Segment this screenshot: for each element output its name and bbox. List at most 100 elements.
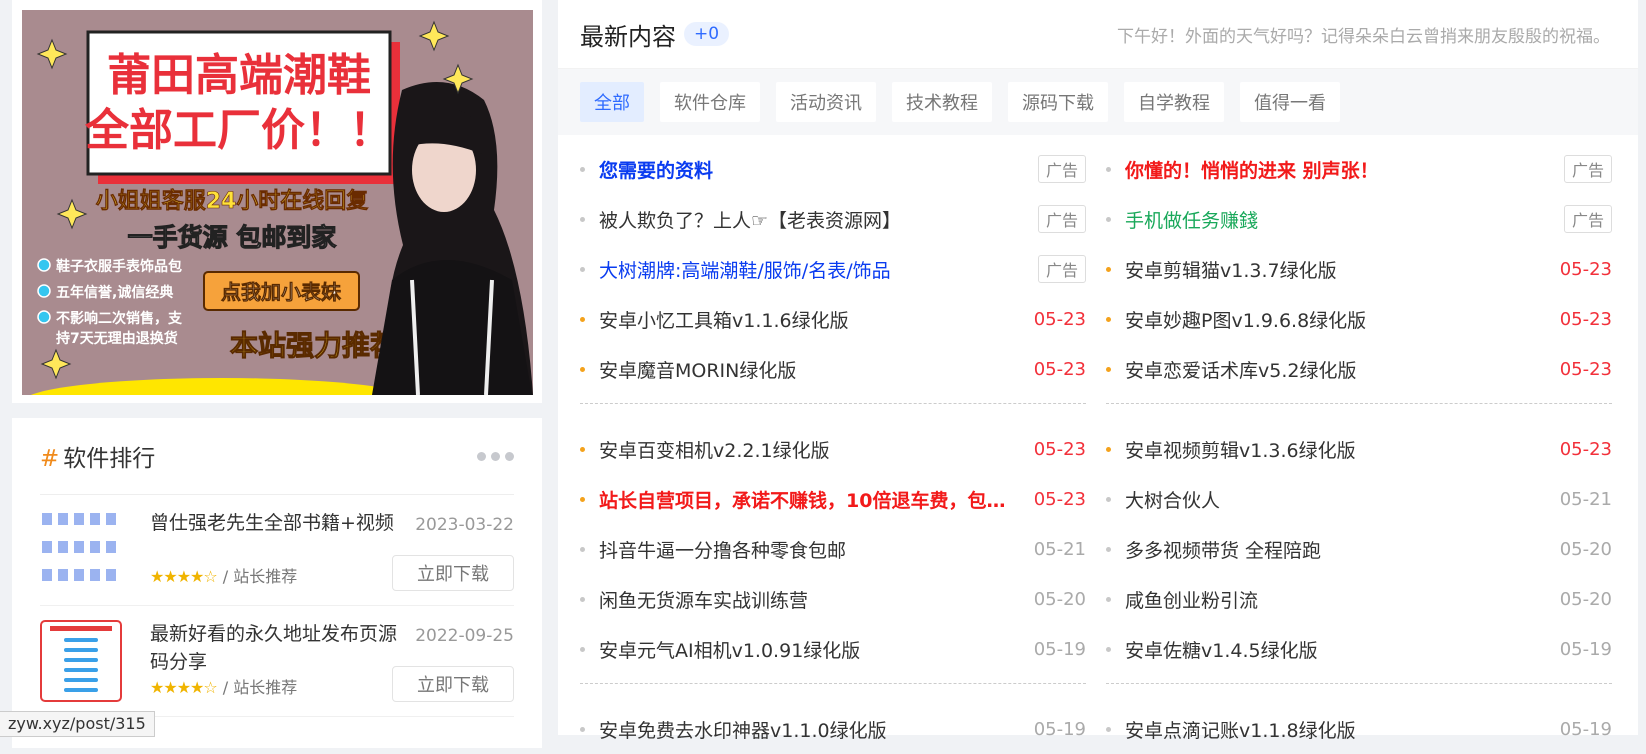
list-item[interactable]: 抖音牛逼一分撸各种零食包邮 05-21 [580,524,1086,574]
list-item-title[interactable]: 手机做任务赚錢 [1125,206,1258,233]
ad-banner[interactable]: 莆田高端潮鞋 全部工厂价！！ 小姐姐客服24小时在线回复 一手货源 包邮到家 鞋… [22,10,533,395]
ad-line-1: 小姐姐客服24小时在线回复 [96,188,370,214]
bullet-dot-icon [580,446,585,452]
list-item[interactable]: 被人欺负了？上人☞【老表资源网】 广告 [580,194,1086,244]
list-item[interactable]: 安卓点滴记账v1.1.8绿化版 05-19 [1106,704,1612,754]
list-item[interactable]: 多多视频带货 全程陪跑 05-20 [1106,524,1612,574]
list-item[interactable]: 安卓恋爱话术库v5.2绿化版 05-23 [1106,344,1612,394]
section-title: 最新内容 [580,22,676,51]
list-item-date: 05-23 [1559,438,1612,460]
status-bar-url: zyw.xyz/post/315 [0,711,155,737]
list-item-title[interactable]: 闲鱼无货源车实战训练营 [599,586,808,613]
tab-worth-seeing[interactable]: 值得一看 [1240,82,1340,122]
list-item-title[interactable]: 安卓元气AI相机v1.0.91绿化版 [599,636,860,663]
bullet-dot-icon [580,266,585,272]
latest-content-header: 最新内容 +0 下午好！外面的天气好吗？记得朵朵白云曾捎来朋友殷殷的祝福。 [558,0,1638,69]
list-item-date: 05-23 [1559,358,1612,380]
list-item[interactable]: 安卓元气AI相机v1.0.91绿化版 05-19 [580,624,1086,674]
tab-all[interactable]: 全部 [580,82,644,122]
list-item-title[interactable]: 安卓免费去水印神器v1.1.0绿化版 [599,716,887,743]
list-item[interactable]: 安卓百变相机v2.2.1绿化版 05-23 [580,424,1086,474]
more-icon[interactable] [477,451,514,461]
list-item-date: 05-19 [1559,718,1612,740]
list-item-title[interactable]: 抖音牛逼一分撸各种零食包邮 [599,536,846,563]
list-item-date: 05-21 [1033,538,1086,560]
tab-self-study[interactable]: 自学教程 [1124,82,1224,122]
ad-headline-1: 莆田高端潮鞋 [107,50,371,101]
ad-headline-2: 全部工厂价！！ [84,105,393,156]
list-item-title[interactable]: 安卓剪辑猫v1.3.7绿化版 [1125,256,1337,283]
list-item[interactable]: 闲鱼无货源车实战训练营 05-20 [580,574,1086,624]
list-item-title[interactable]: 安卓视频剪辑v1.3.6绿化版 [1125,436,1356,463]
bullet-dot-icon [580,726,585,732]
list-item-date: 05-23 [1033,488,1086,510]
list-item[interactable]: 大树合伙人 05-21 [1106,474,1612,524]
ad-bullet-1: 鞋子衣服手表饰品包 [56,258,182,275]
rating-stars-icon: ★★★★☆ [150,678,218,697]
tab-source-code[interactable]: 源码下载 [1008,82,1108,122]
list-item[interactable]: 站长自营项目，承诺不赚钱，10倍退车费，包教包会 05-23 [580,474,1086,524]
ad-bullet-3b: 持7天无理由退换货 [56,330,178,347]
list-item[interactable]: 咸鱼创业粉引流 05-20 [1106,574,1612,624]
bullet-dot-icon [580,496,585,502]
list-item-title[interactable]: 安卓百变相机v2.2.1绿化版 [599,436,830,463]
ad-cta: 点我加小表妹 [221,280,342,304]
book-grid-thumbnail [40,509,122,591]
ranking-title: # 软件排行 [40,446,156,472]
page-preview-thumbnail [40,620,122,702]
list-item-title[interactable]: 站长自营项目，承诺不赚钱，10倍退车费，包教包会 [599,486,1009,513]
ad-card: 莆田高端潮鞋 全部工厂价！！ 小姐姐客服24小时在线回复 一手货源 包邮到家 鞋… [12,0,542,403]
list-item-title[interactable]: 安卓妙趣P图v1.9.6.8绿化版 [1125,306,1366,333]
bullet-dot-icon [1106,316,1111,322]
list-item-title[interactable]: 安卓点滴记账v1.1.8绿化版 [1125,716,1356,743]
tab-software[interactable]: 软件仓库 [660,82,760,122]
list-item[interactable]: 大树潮牌:高端潮鞋/服饰/名表/饰品 广告 [580,244,1086,294]
ranking-item[interactable]: 曾仕强老先生全部书籍+视频 2023-03-22 ★★★★☆ / 站长推荐 立即下… [40,495,514,606]
ad-banner-graphic: 莆田高端潮鞋 全部工厂价！！ 小姐姐客服24小时在线回复 一手货源 包邮到家 鞋… [22,10,533,395]
list-item-title[interactable]: 被人欺负了？上人☞【老表资源网】 [599,206,901,233]
ranking-item[interactable]: 最新好看的永久地址发布页源码分享 2022-09-25 ★★★★☆ / 站长推荐 … [40,606,514,717]
list-item[interactable]: 安卓免费去水印神器v1.1.0绿化版 05-19 [580,704,1086,754]
ranking-item-meta: ★★★★☆ / 站长推荐 [150,678,298,697]
new-count-badge: +0 [684,22,730,46]
bullet-dot-icon [1106,646,1111,652]
bullet-dot-icon [1106,366,1111,372]
bullet-dot-icon [1106,546,1111,552]
ad-line-2: 一手货源 包邮到家 [128,223,337,252]
list-item[interactable]: 安卓佐糖v1.4.5绿化版 05-19 [1106,624,1612,674]
ad-badge: 广告 [1037,205,1086,233]
list-item-title[interactable]: 安卓佐糖v1.4.5绿化版 [1125,636,1318,663]
list-item-title[interactable]: 安卓小忆工具箱v1.1.6绿化版 [599,306,849,333]
list-item[interactable]: 您需要的资料 广告 [580,144,1086,194]
list-item-title[interactable]: 您需要的资料 [599,156,713,183]
list-item[interactable]: 你懂的！悄悄的进来 别声张！ 广告 [1106,144,1612,194]
list-item-title[interactable]: 大树潮牌:高端潮鞋/服饰/名表/饰品 [599,256,891,283]
bullet-dot-icon [580,546,585,552]
tab-tutorials[interactable]: 技术教程 [892,82,992,122]
list-item-title[interactable]: 安卓魔音MORIN绿化版 [599,356,796,383]
list-item-title[interactable]: 咸鱼创业粉引流 [1125,586,1258,613]
list-item[interactable]: 安卓小忆工具箱v1.1.6绿化版 05-23 [580,294,1086,344]
bullet-dot-icon [580,216,585,222]
list-item[interactable]: 安卓剪辑猫v1.3.7绿化版 05-23 [1106,244,1612,294]
greeting-text: 下午好！外面的天气好吗？记得朵朵白云曾捎来朋友殷殷的祝福。 [1117,27,1610,47]
bullet-dot-icon [580,366,585,372]
download-button[interactable]: 立即下载 [392,555,514,591]
list-item[interactable]: 安卓视频剪辑v1.3.6绿化版 05-23 [1106,424,1612,474]
ad-badge: 广告 [1037,155,1086,183]
list-item[interactable]: 手机做任务赚錢 广告 [1106,194,1612,244]
ranking-header: # 软件排行 [40,418,514,495]
list-item-title[interactable]: 你懂的！悄悄的进来 别声张！ [1125,156,1379,183]
list-item-title[interactable]: 多多视频带货 全程陪跑 [1125,536,1321,563]
ranking-item-name[interactable]: 最新好看的永久地址发布页源码分享 [150,620,400,676]
list-item-date: 05-20 [1033,588,1086,610]
tab-events[interactable]: 活动资讯 [776,82,876,122]
list-item-title[interactable]: 大树合伙人 [1125,486,1220,513]
list-item[interactable]: 安卓魔音MORIN绿化版 05-23 [580,344,1086,394]
ranking-item-name[interactable]: 曾仕强老先生全部书籍+视频 [150,509,400,537]
ad-bullet-2: 五年信誉,诚信经典 [56,284,173,301]
download-button[interactable]: 立即下载 [392,666,514,702]
list-item-title[interactable]: 安卓恋爱话术库v5.2绿化版 [1125,356,1356,383]
list-item[interactable]: 安卓妙趣P图v1.9.6.8绿化版 05-23 [1106,294,1612,344]
list-item-date: 05-19 [1033,638,1086,660]
